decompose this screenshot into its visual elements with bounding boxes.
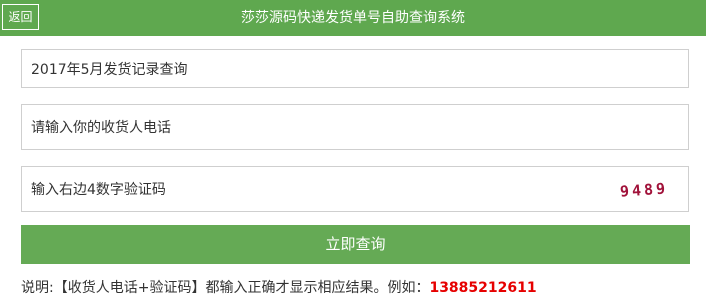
note-text: 说明:【收货人电话+验证码】都输入正确才显示相应结果。例如：: [21, 280, 430, 296]
page-title: 莎莎源码快递发货单号自助查询系统: [241, 10, 465, 26]
query-period-field: 2017年5月发货记录查询: [21, 49, 689, 88]
captcha-input[interactable]: 输入右边4数字验证码 9489: [21, 166, 689, 212]
phone-input[interactable]: 请输入你的收货人电话: [21, 104, 689, 150]
captcha-placeholder: 输入右边4数字验证码: [31, 182, 166, 198]
instruction-note: 说明:【收货人电话+验证码】都输入正确才显示相应结果。例如：1388521261…: [21, 277, 537, 297]
header-bar: 返回 莎莎源码快递发货单号自助查询系统: [0, 0, 706, 36]
example-phone: 13885212611: [429, 280, 537, 296]
phone-placeholder: 请输入你的收货人电话: [31, 120, 171, 136]
query-period-label: 2017年5月发货记录查询: [31, 61, 188, 78]
submit-button[interactable]: 立即查询: [21, 225, 690, 264]
captcha-image[interactable]: 9489: [619, 177, 669, 202]
